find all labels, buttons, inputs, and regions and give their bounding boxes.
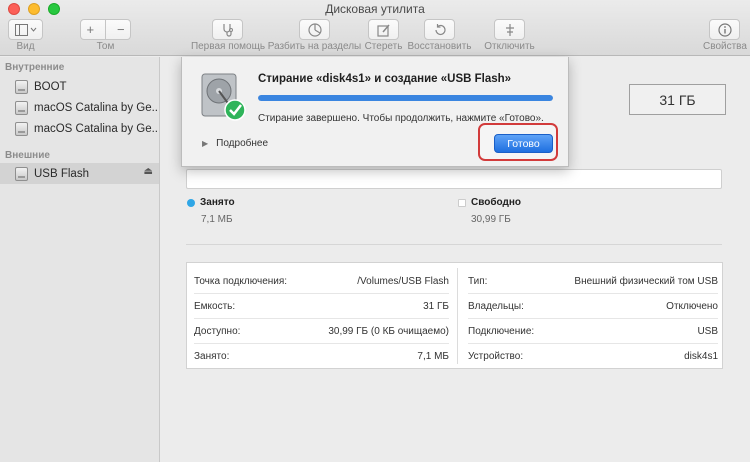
sidebar-item-usb-flash[interactable]: USB Flash ⏏ xyxy=(0,163,159,184)
restore-label: Восстановить xyxy=(407,41,472,52)
hard-drive-success-icon xyxy=(201,73,246,121)
restore-arrow-icon xyxy=(434,23,446,35)
sidebar-icon xyxy=(14,23,36,36)
row-divider xyxy=(468,293,718,294)
info-key: Тип: xyxy=(468,275,488,287)
info-value: 7,1 МБ xyxy=(417,350,449,362)
used-value: 7,1 МБ xyxy=(201,214,233,225)
info-row-used: Занято: 7,1 МБ xyxy=(194,343,449,369)
progress-fill xyxy=(258,95,553,101)
info-key: Точка подключения: xyxy=(194,275,288,287)
volume-button-group[interactable]: + − xyxy=(80,19,131,40)
capacity-badge: 31 ГБ xyxy=(629,84,726,115)
info-row-available: Доступно: 30,99 ГБ (0 КБ очищаемо) xyxy=(194,318,449,344)
info-key: Подключение: xyxy=(468,325,535,337)
row-divider xyxy=(194,343,449,344)
disclosure-triangle-icon[interactable]: ▶ xyxy=(202,139,208,148)
info-label: Свойства xyxy=(703,41,747,52)
sidebar-item-boot[interactable]: BOOT xyxy=(0,76,159,97)
row-divider xyxy=(194,318,449,319)
partition-button[interactable] xyxy=(299,19,330,40)
info-value: 31 ГБ xyxy=(423,300,449,312)
details-disclosure[interactable]: ▶ Подробнее xyxy=(202,138,268,149)
sidebar-item-label: BOOT xyxy=(34,80,67,93)
erase-progress-dialog: Стирание «disk4s1» и создание «USB Flash… xyxy=(181,57,569,167)
first-aid-button[interactable] xyxy=(212,19,243,40)
stethoscope-icon xyxy=(222,23,233,37)
partition-pie-icon xyxy=(307,22,322,37)
view-label: Вид xyxy=(16,41,35,52)
divider xyxy=(186,244,722,245)
disk-icon xyxy=(15,121,28,136)
usb-disk-icon xyxy=(15,166,28,181)
eject-icon[interactable]: ⏏ xyxy=(144,166,153,177)
info-row-device: Устройство: disk4s1 xyxy=(468,343,718,369)
free-value: 30,99 ГБ xyxy=(471,214,511,225)
toolbar: Дисковая утилита Вид + − Том Первая помо… xyxy=(0,0,750,56)
info-row-mount-point: Точка подключения: /Volumes/USB Flash xyxy=(194,268,449,294)
used-label: Занято xyxy=(200,197,235,208)
erase-disk-icon xyxy=(376,24,390,37)
info-value: Отключено xyxy=(666,300,718,312)
sidebar-item-label: macOS Catalina by Ge... xyxy=(34,122,159,135)
info-key: Емкость: xyxy=(194,300,236,312)
info-value: USB xyxy=(697,325,718,337)
row-divider xyxy=(468,343,718,344)
used-color-dot xyxy=(187,198,195,207)
unmount-label: Отключить xyxy=(484,41,535,52)
remove-volume-icon[interactable]: − xyxy=(117,22,125,37)
info-value: 30,99 ГБ (0 КБ очищаемо) xyxy=(328,325,449,337)
disk-icon xyxy=(15,100,28,115)
view-button[interactable] xyxy=(8,19,43,40)
info-row-connection: Подключение: USB xyxy=(468,318,718,344)
segment-divider xyxy=(105,20,106,39)
sidebar-item-label: macOS Catalina by Ge... xyxy=(34,101,159,114)
usage-bar xyxy=(186,169,722,189)
free-legend: Свободно xyxy=(458,197,521,208)
sidebar-item-macos-2[interactable]: macOS Catalina by Ge... xyxy=(0,118,159,139)
info-row-owners: Владельцы: Отключено xyxy=(468,293,718,319)
info-button[interactable] xyxy=(709,19,740,40)
erase-label: Стереть xyxy=(364,41,403,52)
erase-button[interactable] xyxy=(368,19,399,40)
info-icon xyxy=(717,22,732,37)
sidebar-item-label: USB Flash xyxy=(34,167,89,180)
disk-icon xyxy=(15,79,28,94)
partition-label: Разбить на разделы xyxy=(267,41,362,52)
window-title: Дисковая утилита xyxy=(325,2,425,16)
row-divider xyxy=(194,293,449,294)
info-key: Доступно: xyxy=(194,325,241,337)
free-label: Свободно xyxy=(471,197,521,208)
info-value: disk4s1 xyxy=(684,350,718,362)
erase-progress-bar xyxy=(258,95,553,101)
info-key: Устройство: xyxy=(468,350,524,362)
info-row-capacity: Емкость: 31 ГБ xyxy=(194,293,449,319)
used-legend: Занято xyxy=(187,197,235,208)
dialog-title: Стирание «disk4s1» и создание «USB Flash… xyxy=(258,73,512,85)
sidebar: Внутренние BOOT macOS Catalina by Ge... … xyxy=(0,57,160,462)
sidebar-section-internal: Внутренние xyxy=(5,62,65,73)
details-label: Подробнее xyxy=(216,138,269,149)
add-volume-icon[interactable]: + xyxy=(86,22,94,37)
row-divider xyxy=(468,318,718,319)
sidebar-item-macos-1[interactable]: macOS Catalina by Ge... xyxy=(0,97,159,118)
info-value: Внешний физический том USB xyxy=(574,275,718,287)
info-key: Владельцы: xyxy=(468,300,524,312)
sidebar-section-external: Внешние xyxy=(5,150,50,161)
info-value: /Volumes/USB Flash xyxy=(357,275,449,287)
info-key: Занято: xyxy=(194,350,230,362)
info-row-type: Тип: Внешний физический том USB xyxy=(468,268,718,294)
restore-button[interactable] xyxy=(424,19,455,40)
volume-label: Том xyxy=(96,41,115,52)
done-button[interactable]: Готово xyxy=(494,134,553,153)
unmount-icon xyxy=(505,23,514,36)
first-aid-label: Первая помощь xyxy=(190,41,266,52)
unmount-button[interactable] xyxy=(494,19,525,40)
free-color-dot xyxy=(458,198,466,207)
column-divider xyxy=(457,268,458,364)
volume-info-table: Точка подключения: /Volumes/USB Flash Ем… xyxy=(186,262,723,369)
